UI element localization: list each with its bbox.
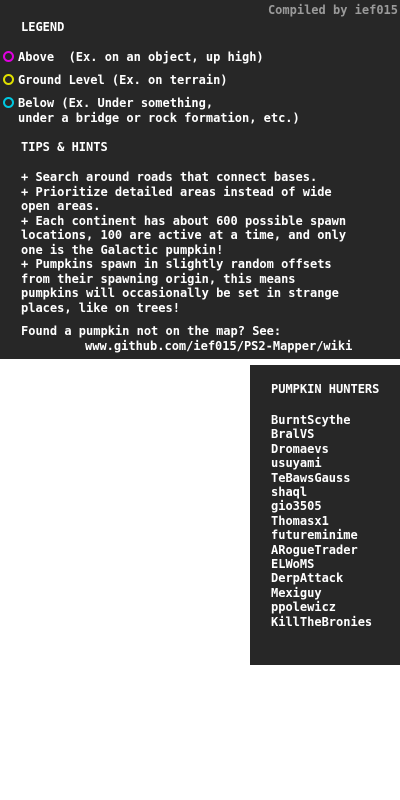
hunter-name: BurntScythe [271, 413, 351, 427]
hunter-name: TeBawsGauss [271, 470, 351, 485]
hunters-title: PUMPKIN HUNTERS [271, 382, 380, 396]
hunters-list: BurntScythe BralVS Dromaevs usuyami TeBa… [271, 413, 372, 629]
hunter-name: usuyami [271, 456, 322, 471]
wiki-link[interactable]: www.github.com/ief015/PS2-Mapper/wiki [85, 339, 352, 354]
hunter-name: ARogueTrader [271, 542, 358, 557]
legend-item-label: Below (Ex. Under something, under a brid… [18, 96, 300, 125]
tips-title: TIPS & HINTS [21, 140, 108, 154]
hunter-name: BralVS [271, 427, 315, 442]
legend-item-label: Ground Level (Ex. on terrain) [18, 73, 228, 87]
hunter-name: Thomasx1 [271, 513, 329, 528]
hunter-name: ppolewicz [271, 600, 337, 615]
cyan-circle-icon [3, 97, 14, 108]
legend-title: LEGEND [21, 20, 65, 34]
legend-item-label: Above (Ex. on an object, up high) [18, 50, 264, 64]
tip-item: + Search around roads that connect bases… [21, 170, 318, 184]
hunter-name: Mexiguy [271, 585, 322, 600]
legend-item-below: Below (Ex. Under something, under a brid… [3, 96, 300, 125]
legend-panel: Compiled by ief015 LEGEND Above (Ex. on … [0, 0, 400, 359]
found-text: Found a pumpkin not on the map? See: [21, 324, 282, 338]
hunter-name: futureminime [271, 528, 358, 543]
hunter-name: Dromaevs [271, 441, 329, 456]
tip-item: + Pumpkins spawn in slightly random offs… [21, 257, 339, 315]
legend-item-ground: Ground Level (Ex. on terrain) [3, 73, 228, 89]
hunter-name: gio3505 [271, 499, 322, 514]
hunter-name: ELWoMS [271, 557, 315, 572]
hunters-panel: PUMPKIN HUNTERS BurntScythe BralVS Droma… [250, 365, 400, 665]
hunter-name: KillTheBronies [271, 614, 373, 629]
credit-text: Compiled by ief015 [267, 3, 398, 17]
tip-item: + Prioritize detailed areas instead of w… [21, 184, 332, 214]
legend-item-above: Above (Ex. on an object, up high) [3, 50, 264, 66]
hunter-name: DerpAttack [271, 571, 344, 586]
yellow-circle-icon [3, 74, 14, 85]
magenta-circle-icon [3, 51, 14, 62]
tips-list: + Search around roads that connect bases… [21, 170, 393, 315]
found-note: Found a pumpkin not on the map? See: www… [21, 324, 352, 354]
hunter-name: shaql [271, 485, 308, 500]
tip-item: + Each continent has about 600 possible … [21, 213, 347, 257]
